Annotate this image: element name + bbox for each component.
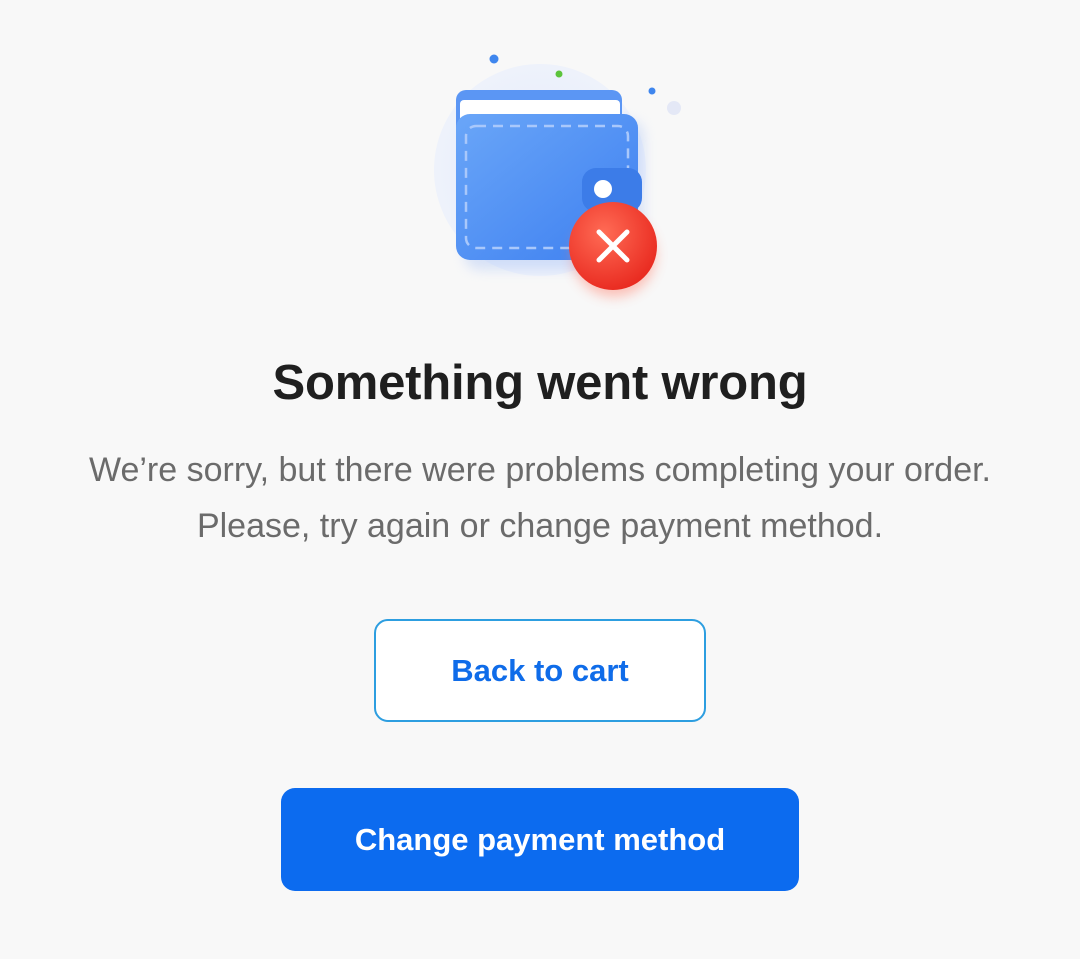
error-message: We’re sorry, but there were problems com… xyxy=(0,442,1080,554)
sparkle-dot xyxy=(489,54,499,64)
change-payment-method-button[interactable]: Change payment method xyxy=(281,788,799,891)
sparkle-dot xyxy=(555,70,563,78)
sparkle-dot xyxy=(648,87,656,95)
wallet-error-illustration xyxy=(420,40,700,310)
back-to-cart-button[interactable]: Back to cart xyxy=(374,619,706,722)
wallet-error-icon xyxy=(434,54,681,297)
error-message-line: Please, try again or change payment meth… xyxy=(196,507,884,545)
clasp-button xyxy=(594,180,612,198)
sparkle-dot xyxy=(667,101,681,115)
page-title: Something went wrong xyxy=(272,356,808,410)
error-message-line: We’re sorry, but there were problems com… xyxy=(88,451,991,489)
